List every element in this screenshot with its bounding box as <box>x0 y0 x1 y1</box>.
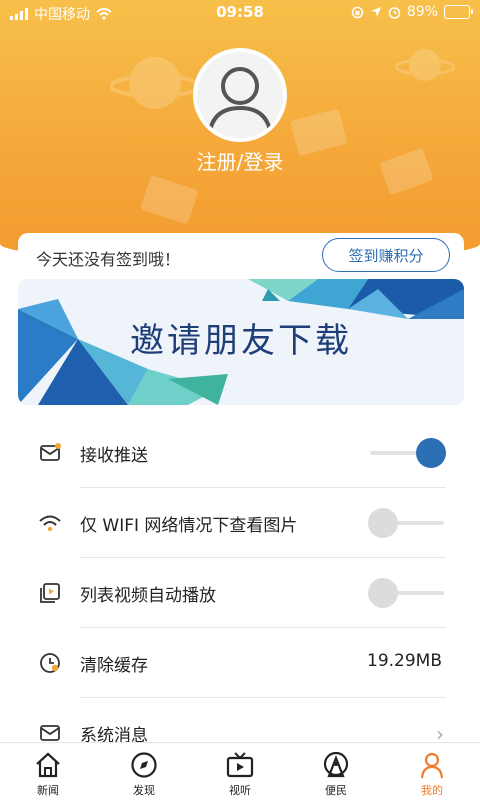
tab-mine[interactable]: 我的 <box>384 743 480 801</box>
invite-banner[interactable]: 邀请朋友下载 <box>18 279 464 405</box>
message-icon <box>40 443 61 461</box>
tab-label: 视听 <box>229 784 251 797</box>
user-avatar-icon <box>197 52 283 138</box>
checkin-message: 今天还没有签到哦！ <box>36 250 181 269</box>
setting-label: 仅 WIFI 网络情况下查看图片 <box>80 516 298 536</box>
setting-autoplay[interactable]: 列表视频自动播放 <box>0 558 480 628</box>
wifi-icon <box>39 515 61 532</box>
status-bar: 中国移动 09:58 89% <box>0 0 480 26</box>
checkin-card: 今天还没有签到哦！ 签到赚积分 <box>18 233 464 281</box>
compass-icon <box>131 752 157 778</box>
login-link[interactable]: 注册/登录 <box>0 146 480 175</box>
video-icon <box>40 583 60 603</box>
broadcast-icon <box>323 751 349 778</box>
tab-media[interactable]: 视听 <box>192 743 288 801</box>
setting-label: 接收推送 <box>80 446 148 466</box>
location-icon <box>370 7 381 17</box>
planet-decoration <box>395 49 455 81</box>
rotation-lock-icon <box>351 6 364 18</box>
tab-news[interactable]: 新闻 <box>0 743 96 801</box>
cache-size: 19.29MB <box>367 651 442 671</box>
tab-label: 发现 <box>133 784 155 797</box>
push-toggle[interactable] <box>368 438 446 468</box>
battery-icon <box>444 5 473 19</box>
tab-services[interactable]: 便民 <box>288 743 384 801</box>
tab-label: 便民 <box>325 784 347 797</box>
tab-label: 我的 <box>421 784 443 797</box>
autoplay-toggle[interactable] <box>368 578 446 608</box>
setting-label: 清除缓存 <box>80 656 148 676</box>
profile-header: 中国移动 09:58 89% 注册/登录 <box>0 0 480 262</box>
tv-icon <box>226 752 254 778</box>
setting-clear-cache[interactable]: 清除缓存 19.29MB <box>0 628 480 698</box>
home-icon <box>36 752 60 778</box>
settings-list: 接收推送 仅 WIFI 网络情况下查看图片 列表视频自动播放 清除缓存 19.2… <box>0 418 480 768</box>
avatar[interactable] <box>193 48 287 142</box>
banner-title: 邀请朋友下载 <box>130 321 352 361</box>
setting-push[interactable]: 接收推送 <box>0 418 480 488</box>
clock-icon <box>40 653 60 673</box>
setting-label: 列表视频自动播放 <box>80 586 216 606</box>
checkin-button[interactable]: 签到赚积分 <box>322 238 450 272</box>
setting-wifi-images[interactable]: 仅 WIFI 网络情况下查看图片 <box>0 488 480 558</box>
alarm-icon <box>388 6 401 19</box>
battery-percent: 89% <box>406 4 438 20</box>
person-icon <box>420 752 444 779</box>
planet-decoration <box>110 57 200 109</box>
tab-discover[interactable]: 发现 <box>96 743 192 801</box>
bottom-tab-bar: 新闻 发现 视听 便民 我的 <box>0 742 480 801</box>
tab-label: 新闻 <box>37 784 59 797</box>
ticket-decoration <box>141 176 198 224</box>
wifi-images-toggle[interactable] <box>368 508 446 538</box>
